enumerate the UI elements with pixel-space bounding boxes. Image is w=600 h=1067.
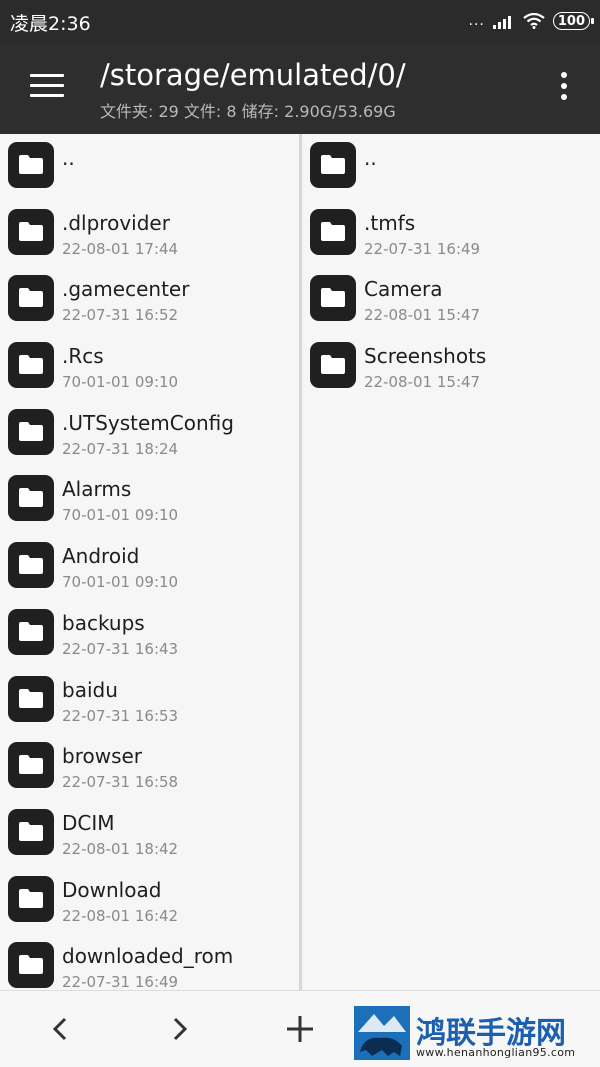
item-name: .. bbox=[62, 146, 75, 170]
list-item[interactable]: Camera 22-08-01 15:47 bbox=[302, 267, 600, 334]
item-date: 22-07-31 18:24 bbox=[62, 439, 179, 458]
notification-dots: ... bbox=[468, 13, 485, 29]
item-name: .. bbox=[364, 146, 377, 170]
folder-icon bbox=[8, 675, 54, 722]
list-item[interactable]: baidu 22-07-31 16:53 bbox=[0, 668, 299, 735]
list-item[interactable]: .tmfs 22-07-31 16:49 bbox=[302, 201, 600, 268]
item-name: Screenshots bbox=[364, 344, 487, 369]
list-item[interactable]: backups 22-07-31 16:43 bbox=[0, 601, 299, 668]
folder-icon bbox=[8, 475, 54, 522]
more-options-icon[interactable] bbox=[558, 72, 570, 104]
chevron-left-icon bbox=[52, 1017, 67, 1041]
chevron-right-icon bbox=[173, 1017, 188, 1041]
item-date: 22-08-01 15:47 bbox=[364, 373, 481, 392]
list-item[interactable]: Alarms 70-01-01 09:10 bbox=[0, 467, 299, 534]
status-icons: ... 100 bbox=[468, 10, 595, 32]
item-name: Camera bbox=[364, 277, 443, 302]
item-date: 22-07-31 16:49 bbox=[364, 239, 481, 258]
list-item[interactable]: Download 22-08-01 16:42 bbox=[0, 868, 299, 935]
folder-icon bbox=[8, 742, 54, 789]
wifi-icon bbox=[523, 13, 545, 29]
add-button[interactable] bbox=[280, 1009, 320, 1049]
item-date: 22-07-31 16:52 bbox=[62, 306, 179, 325]
item-name: Android bbox=[62, 544, 140, 569]
item-name: DCIM bbox=[62, 810, 115, 835]
list-item[interactable]: .Rcs 70-01-01 09:10 bbox=[0, 334, 299, 401]
folder-icon bbox=[8, 875, 54, 922]
item-date: 70-01-01 09:10 bbox=[62, 373, 179, 392]
app-bar: /storage/emulated/0/ 文件夹: 29 文件: 8 储存: 2… bbox=[0, 44, 600, 134]
folder-icon bbox=[8, 542, 54, 589]
folder-icon bbox=[8, 342, 54, 389]
item-date: 70-01-01 09:10 bbox=[62, 506, 179, 525]
folder-icon bbox=[8, 275, 54, 322]
battery-indicator: 100 bbox=[552, 12, 595, 30]
watermark-logo bbox=[354, 1006, 410, 1060]
folder-icon bbox=[310, 208, 356, 255]
item-name: downloaded_rom bbox=[62, 944, 234, 969]
forward-button[interactable] bbox=[160, 1009, 200, 1049]
folder-icon bbox=[310, 275, 356, 322]
item-date: 22-08-01 15:47 bbox=[364, 306, 481, 325]
item-name: .tmfs bbox=[364, 210, 416, 235]
item-date: 22-07-31 16:43 bbox=[62, 639, 179, 658]
item-date: 22-07-31 16:53 bbox=[62, 706, 179, 725]
item-name: browser bbox=[62, 744, 143, 769]
item-name: backups bbox=[62, 610, 145, 635]
item-date: 22-08-01 16:42 bbox=[62, 906, 179, 925]
status-bar: 凌晨2:36 ... 100 bbox=[0, 0, 600, 44]
item-name: Download bbox=[62, 877, 162, 902]
folder-icon bbox=[8, 208, 54, 255]
left-file-pane[interactable]: .. .dlprovider 22-08-01 17:44 .gamecente… bbox=[0, 134, 299, 990]
folder-icon bbox=[8, 808, 54, 855]
list-item[interactable]: .gamecenter 22-07-31 16:52 bbox=[0, 267, 299, 334]
list-item[interactable]: .UTSystemConfig 22-07-31 18:24 bbox=[0, 401, 299, 468]
folder-icon bbox=[310, 142, 356, 188]
item-date: 22-08-01 18:42 bbox=[62, 839, 179, 858]
item-name: .gamecenter bbox=[62, 277, 190, 302]
list-item[interactable]: .. bbox=[302, 134, 600, 201]
current-path: /storage/emulated/0/ bbox=[100, 58, 406, 92]
signal-icon bbox=[492, 16, 511, 29]
storage-stats: 文件夹: 29 文件: 8 储存: 2.90G/53.69G bbox=[100, 102, 396, 121]
folder-icon bbox=[8, 142, 54, 188]
watermark-url: www.henanhonglian95.com bbox=[416, 1046, 576, 1059]
list-item[interactable]: browser 22-07-31 16:58 bbox=[0, 734, 299, 801]
folder-icon bbox=[8, 942, 54, 989]
item-date: 70-01-01 09:10 bbox=[62, 573, 179, 592]
item-name: .Rcs bbox=[62, 344, 104, 369]
item-date: 22-07-31 16:49 bbox=[62, 973, 179, 990]
back-button[interactable] bbox=[40, 1009, 80, 1049]
watermark: 鸿联手游网 www.henanhonglian95.com bbox=[350, 1006, 596, 1062]
list-item[interactable]: .. bbox=[0, 134, 299, 201]
item-name: baidu bbox=[62, 677, 118, 702]
folder-icon bbox=[8, 408, 54, 455]
item-date: 22-08-01 17:44 bbox=[62, 239, 179, 258]
list-item[interactable]: downloaded_rom 22-07-31 16:49 bbox=[0, 934, 299, 990]
menu-icon[interactable] bbox=[30, 74, 64, 100]
list-item[interactable]: .dlprovider 22-08-01 17:44 bbox=[0, 201, 299, 268]
list-item[interactable]: Screenshots 22-08-01 15:47 bbox=[302, 334, 600, 401]
list-item[interactable]: DCIM 22-08-01 18:42 bbox=[0, 801, 299, 868]
item-name: Alarms bbox=[62, 477, 132, 502]
right-file-pane[interactable]: .. .tmfs 22-07-31 16:49 Camera 22-08-01 … bbox=[302, 134, 600, 990]
list-item[interactable]: Android 70-01-01 09:10 bbox=[0, 534, 299, 601]
item-name: .dlprovider bbox=[62, 210, 170, 235]
item-name: .UTSystemConfig bbox=[62, 410, 234, 435]
item-date: 22-07-31 16:58 bbox=[62, 773, 179, 792]
folder-icon bbox=[310, 342, 356, 389]
status-time: 凌晨2:36 bbox=[10, 13, 91, 35]
folder-icon bbox=[8, 608, 54, 655]
plus-icon bbox=[287, 1016, 313, 1042]
